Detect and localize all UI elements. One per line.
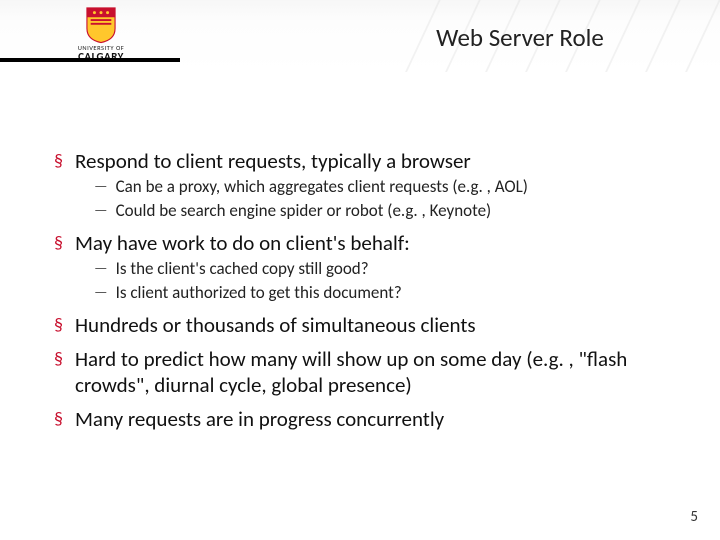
bullet-level2: — Could be search engine spider or robot… bbox=[94, 200, 680, 222]
subbullet-mark: — bbox=[94, 176, 108, 198]
subbullet-text: Can be a proxy, which aggregates client … bbox=[116, 176, 528, 198]
bullet-level1: § Respond to client requests, typically … bbox=[54, 148, 680, 174]
bullet-text: Hundreds or thousands of simultaneous cl… bbox=[75, 312, 476, 338]
bullet-text: Many requests are in progress concurrent… bbox=[75, 406, 444, 432]
bullet-text: Hard to predict how many will show up on… bbox=[75, 346, 680, 398]
bullet-mark: § bbox=[54, 346, 63, 372]
bullet-mark: § bbox=[54, 230, 63, 256]
bullet-level1: § May have work to do on client's behalf… bbox=[54, 230, 680, 256]
university-logo: UNIVERSITY OF CALGARY bbox=[46, 6, 156, 62]
bullet-mark: § bbox=[54, 406, 63, 432]
subbullet-text: Is client authorized to get this documen… bbox=[116, 282, 402, 304]
bullet-text: May have work to do on client's behalf: bbox=[75, 230, 410, 256]
crest-icon bbox=[84, 6, 118, 44]
subbullet-mark: — bbox=[94, 282, 108, 304]
bullet-mark: § bbox=[54, 148, 63, 174]
bullet-level2: — Can be a proxy, which aggregates clien… bbox=[94, 176, 680, 198]
bullet-level1: § Hundreds or thousands of simultaneous … bbox=[54, 312, 680, 338]
bullet-text: Respond to client requests, typically a … bbox=[75, 148, 471, 174]
bullet-level2: — Is the client's cached copy still good… bbox=[94, 258, 680, 280]
slide-title: Web Server Role bbox=[360, 22, 680, 53]
page-number: 5 bbox=[690, 508, 698, 526]
subbullet-mark: — bbox=[94, 200, 108, 222]
bullet-level1: § Hard to predict how many will show up … bbox=[54, 346, 680, 398]
slide-content: § Respond to client requests, typically … bbox=[54, 140, 680, 432]
bullet-level1: § Many requests are in progress concurre… bbox=[54, 406, 680, 432]
subbullet-mark: — bbox=[94, 258, 108, 280]
bullet-level2: — Is client authorized to get this docum… bbox=[94, 282, 680, 304]
title-underline bbox=[0, 58, 180, 62]
subbullet-text: Could be search engine spider or robot (… bbox=[116, 200, 492, 222]
bullet-mark: § bbox=[54, 312, 63, 338]
subbullet-text: Is the client's cached copy still good? bbox=[116, 258, 369, 280]
